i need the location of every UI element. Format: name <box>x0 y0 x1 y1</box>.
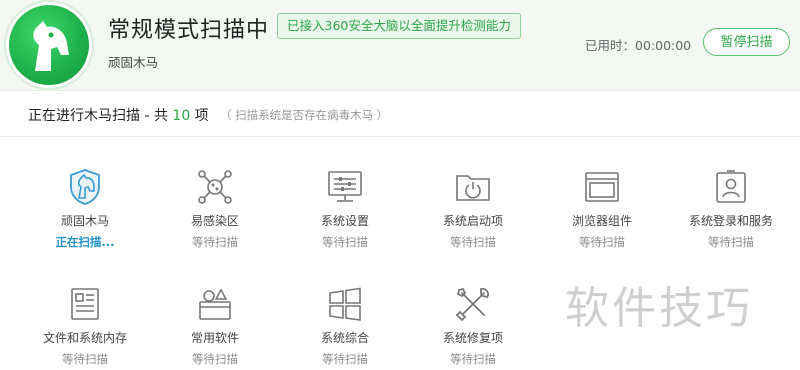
browser-window-icon <box>585 172 619 202</box>
section-title-prefix: 正在进行木马扫描 - 共 <box>28 108 173 124</box>
trojan-horse-logo-icon <box>9 5 89 85</box>
software-box-icon <box>199 288 231 320</box>
scan-item-status: 等待扫描 <box>322 352 368 366</box>
scan-item-name: 顽固木马 <box>60 214 109 228</box>
scan-item-startup-items: 系统启动项 等待扫描 <box>408 168 538 250</box>
scan-item-status: 正在扫描... <box>55 235 115 249</box>
elapsed-time: 已用时：00:00:00 <box>585 38 692 53</box>
scan-item-name: 浏览器组件 <box>571 214 632 228</box>
scan-item-system-settings: 系统设置 等待扫描 <box>280 168 410 250</box>
scan-item-status: 等待扫描 <box>192 235 238 249</box>
scan-item-status: 等待扫描 <box>192 352 238 366</box>
current-scan-item: 顽固木马 <box>108 55 159 70</box>
scan-item-vulnerable-area: 易感染区 等待扫描 <box>150 168 280 250</box>
scan-item-system-overall: 系统综合 等待扫描 <box>280 285 410 367</box>
scan-item-browser-components: 浏览器组件 等待扫描 <box>537 168 667 250</box>
scan-item-status: 等待扫描 <box>450 352 496 366</box>
item-count: 10 <box>172 108 191 124</box>
scan-item-name: 易感染区 <box>190 214 239 228</box>
section-title: 正在进行木马扫描 - 共 10 项 <box>28 105 209 125</box>
network-nodes-icon <box>198 170 232 204</box>
scan-item-name: 系统修复项 <box>442 331 503 345</box>
scan-item-stubborn-trojan: 顽固木马 正在扫描... <box>20 168 150 250</box>
scan-item-files-memory: 文件和系统内存 等待扫描 <box>20 285 150 367</box>
watermark-text: 软件技巧 <box>565 283 753 334</box>
scan-item-login-services: 系统登录和服务 等待扫描 <box>666 168 796 250</box>
scan-item-status: 等待扫描 <box>708 235 754 249</box>
scan-item-name: 系统启动项 <box>442 214 503 228</box>
id-card-icon <box>716 170 746 203</box>
divider <box>0 136 800 137</box>
section-note: （ 扫描系统是否存在病毒木马 ） <box>220 108 389 122</box>
scan-item-status: 等待扫描 <box>62 352 108 366</box>
scan-item-name: 文件和系统内存 <box>42 331 127 345</box>
shield-horse-icon <box>70 169 100 205</box>
scan-item-name: 系统综合 <box>320 331 369 345</box>
scan-item-common-software: 常用软件 等待扫描 <box>150 285 280 367</box>
page-title: 常规模式扫描中 <box>108 18 270 43</box>
monitor-settings-icon <box>328 171 362 202</box>
scan-header: 常规模式扫描中 已接入360安全大脑以全面提升检测能力 顽固木马 已用时：00:… <box>0 0 800 91</box>
windows-logo-icon <box>329 287 361 321</box>
scan-item-name: 常用软件 <box>190 331 239 345</box>
section-title-suffix: 项 <box>190 108 209 124</box>
scan-item-status: 等待扫描 <box>322 235 368 249</box>
folder-power-icon <box>456 175 490 201</box>
pause-scan-button[interactable]: 暂停扫描 <box>703 28 790 56</box>
brain-connected-badge: 已接入360安全大脑以全面提升检测能力 <box>277 13 521 39</box>
wrench-screwdriver-icon <box>455 287 489 322</box>
scan-item-name: 系统登录和服务 <box>688 214 773 228</box>
scan-item-system-repair: 系统修复项 等待扫描 <box>408 285 538 367</box>
scan-item-name: 系统设置 <box>320 214 369 228</box>
document-icon <box>71 288 99 320</box>
scan-item-status: 等待扫描 <box>450 235 496 249</box>
scan-item-status: 等待扫描 <box>579 235 625 249</box>
